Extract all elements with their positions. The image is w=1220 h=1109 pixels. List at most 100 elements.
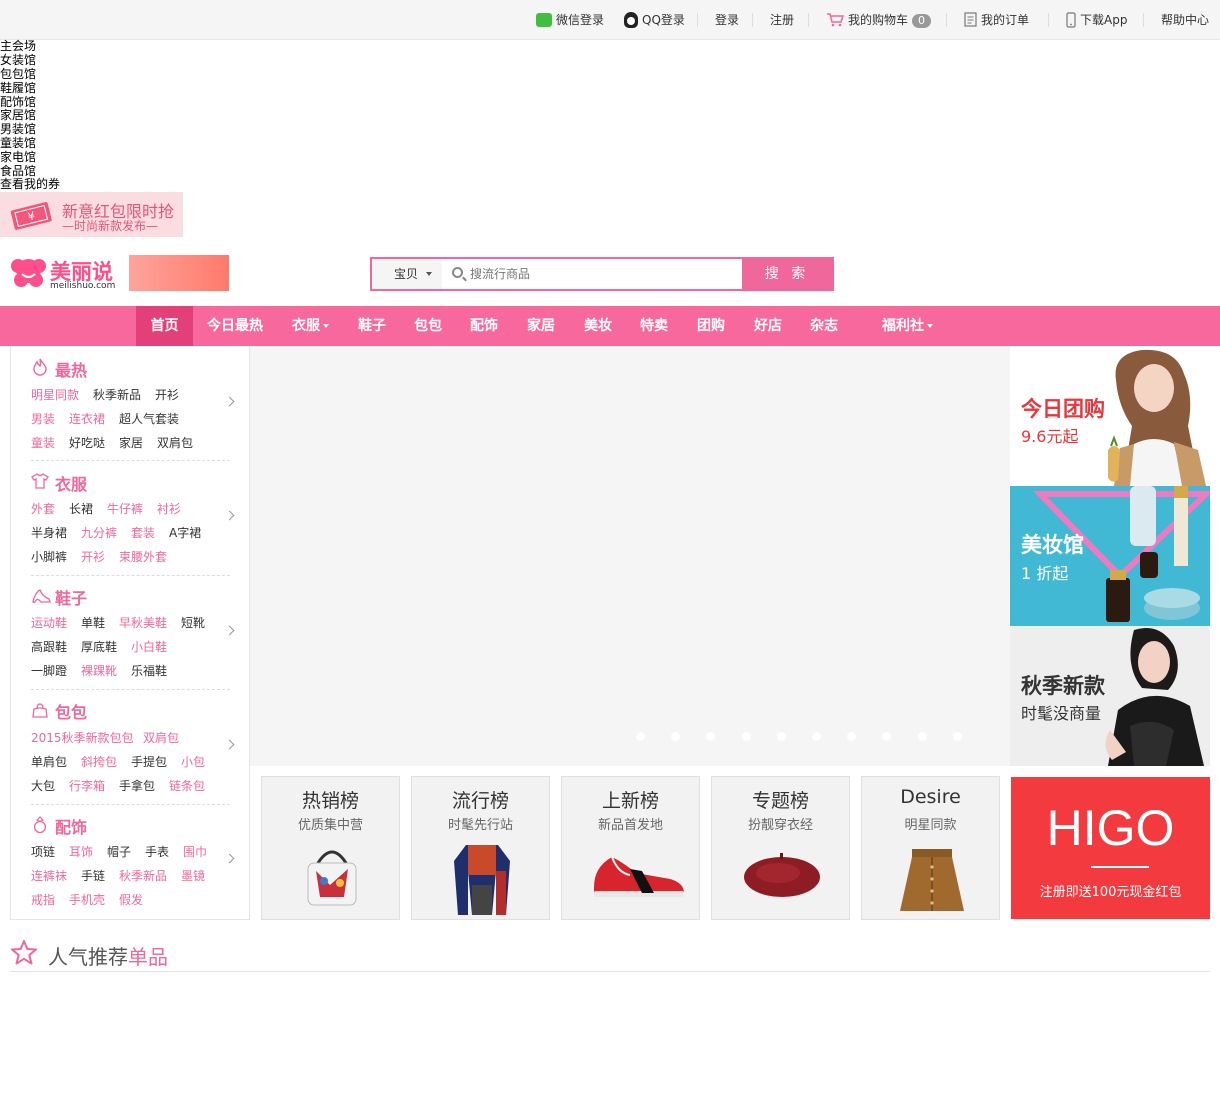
nav-item-beauty[interactable]: 美妆 [584,306,612,346]
banner-beauty[interactable]: 美妆馆 1 折起 [1010,486,1210,626]
search-input[interactable] [444,259,742,289]
venue-link-home[interactable]: 家居馆 [0,109,36,122]
carousel-dot[interactable] [847,732,856,741]
side-link[interactable]: 开衫 [81,548,105,565]
side-link[interactable]: 厚底鞋 [81,638,117,655]
carousel-dot[interactable] [706,732,715,741]
carousel-dot[interactable] [671,732,680,741]
side-link[interactable]: 秋季新品 [93,386,141,403]
search-category-select[interactable]: 宝贝 [372,259,442,289]
side-link[interactable]: 半身裙 [31,524,67,541]
side-link[interactable]: 明星同款 [31,386,79,403]
side-link[interactable]: 九分裤 [81,524,117,541]
side-link[interactable]: 乐福鞋 [131,662,167,679]
venue-link-shoes[interactable]: 鞋履馆 [0,82,36,95]
carousel-dot[interactable] [636,732,645,741]
side-link[interactable]: 小脚裤 [31,548,67,565]
logo-ad-banner[interactable] [129,255,229,291]
side-link[interactable]: 男装 [31,410,55,427]
carousel-dot[interactable] [742,732,751,741]
my-coupons-link[interactable]: 查看我的券 [0,178,60,191]
nav-item-magazine[interactable]: 杂志 [810,306,838,346]
side-link[interactable]: 高跟鞋 [31,638,67,655]
rank-card-desire[interactable]: Desire 明星同款 [861,776,1000,920]
side-link[interactable]: 束腰外套 [119,548,167,565]
chevron-right-icon[interactable] [224,853,235,864]
side-link[interactable]: 开衫 [155,386,179,403]
carousel-dot[interactable] [953,732,962,741]
nav-item-accessories[interactable]: 配饰 [470,306,498,346]
section-title-shoes[interactable]: 鞋子 [55,585,87,609]
side-link[interactable]: 手链 [81,867,105,884]
rank-card-trending[interactable]: 流行榜 时髦先行站 [411,776,550,920]
nav-item-hot-today[interactable]: 今日最热 [207,306,263,346]
chevron-right-icon[interactable] [224,510,235,521]
side-link[interactable]: 帽子 [107,843,131,860]
meilishuo-logo-icon[interactable] [10,254,47,290]
carousel-dot[interactable] [918,732,927,741]
chevron-right-icon[interactable] [224,396,235,407]
side-link[interactable]: 链条包 [169,777,205,794]
side-link[interactable]: 墨镜 [181,867,205,884]
side-link[interactable]: 双肩包 [143,729,179,746]
venue-link-kids[interactable]: 童装馆 [0,137,36,150]
nav-item-home[interactable]: 首页 [136,306,193,346]
side-link[interactable]: 短靴 [181,614,205,631]
side-link[interactable]: 假发 [119,891,143,908]
banner-autumn-new[interactable]: 秋季新款 时髦没商量 [1010,626,1210,766]
side-link[interactable]: 一脚蹬 [31,662,67,679]
login-link[interactable]: 登录 [715,0,739,40]
download-app-link[interactable]: 下载App [1066,0,1127,40]
nav-item-home-goods[interactable]: 家居 [527,306,555,346]
venue-link-women[interactable]: 女装馆 [0,54,36,67]
help-center-link[interactable]: 帮助中心 [1161,0,1209,40]
side-link[interactable]: 单鞋 [81,614,105,631]
section-title-bags[interactable]: 包包 [55,699,87,723]
side-link[interactable]: 衬衫 [157,500,181,517]
side-link[interactable]: 斜挎包 [81,753,117,770]
nav-item-shoes[interactable]: 鞋子 [358,306,386,346]
nav-item-clothes[interactable]: 衣服 [292,306,329,346]
side-link[interactable]: 手拿包 [119,777,155,794]
venue-link-appliances[interactable]: 家电馆 [0,151,36,164]
side-link[interactable]: 运动鞋 [31,614,67,631]
side-link[interactable]: 套装 [131,524,155,541]
higo-banner[interactable]: HIGO 注册即送100元现金红包 [1011,777,1210,919]
nav-item-sale[interactable]: 特卖 [640,306,668,346]
search-button[interactable]: 搜 索 [742,259,832,289]
side-link[interactable]: 手表 [145,843,169,860]
side-link[interactable]: 耳饰 [69,843,93,860]
side-link[interactable]: 手机壳 [69,891,105,908]
venue-link-bags[interactable]: 包包馆 [0,68,36,81]
carousel-dot[interactable] [812,732,821,741]
nav-item-welfare[interactable]: 福利社 [882,306,933,346]
side-link[interactable]: 双肩包 [157,434,193,451]
side-link[interactable]: 早秋美鞋 [119,614,167,631]
red-packet-promo[interactable]: ¥ 新意红包限时抢 —时尚新款发布— [0,192,183,237]
side-link[interactable]: 手提包 [131,753,167,770]
section-title-clothes[interactable]: 衣服 [55,471,87,495]
banner-group-buy[interactable]: 今日团购 9.6元起 [1010,346,1210,486]
orders-link[interactable]: 我的订单 [964,0,1029,40]
side-link[interactable]: 秋季新品 [119,867,167,884]
side-link[interactable]: 超人气套装 [119,410,179,427]
side-link[interactable]: 项链 [31,843,55,860]
side-link[interactable]: 家居 [119,434,143,451]
side-link[interactable]: 连衣裙 [69,410,105,427]
nav-item-bags[interactable]: 包包 [414,306,442,346]
venue-link-men[interactable]: 男装馆 [0,123,36,136]
side-link[interactable]: 大包 [31,777,55,794]
venue-link-main[interactable]: 主会场 [0,40,36,53]
rank-card-topics[interactable]: 专题榜 扮靓穿衣经 [711,776,850,920]
rank-card-new-arrivals[interactable]: 上新榜 新品首发地 [561,776,700,920]
side-link[interactable]: 围巾 [183,843,207,860]
rank-card-hot-sales[interactable]: 热销榜 优质集中营 [261,776,400,920]
side-link[interactable]: A字裙 [169,524,201,541]
wechat-login-link[interactable]: 微信登录 [536,0,604,40]
side-link[interactable]: 牛仔裤 [107,500,143,517]
register-link[interactable]: 注册 [770,0,794,40]
nav-item-good-shops[interactable]: 好店 [754,306,782,346]
qq-login-link[interactable]: QQ登录 [624,0,685,40]
side-link[interactable]: 长裙 [69,500,93,517]
side-link[interactable]: 童装 [31,434,55,451]
